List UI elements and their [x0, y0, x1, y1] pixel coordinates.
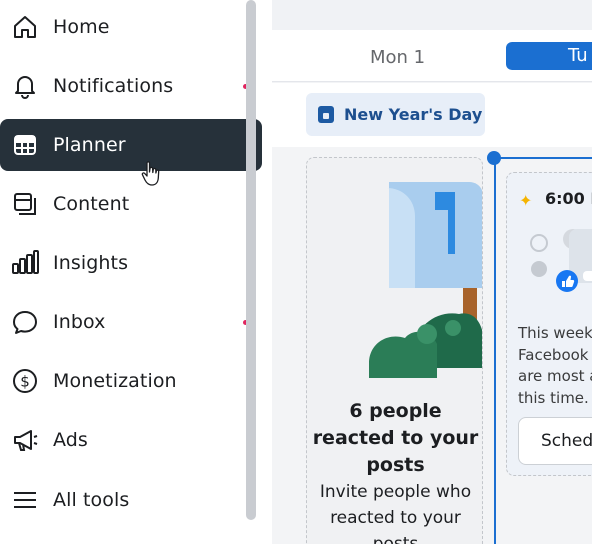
hand-cursor-icon	[141, 161, 160, 186]
tip-line: this time.	[518, 388, 589, 407]
chat-bubble-icon	[11, 308, 39, 336]
planner-calendar: Mon 1 Tu New Year's Day 6 people reacted…	[272, 0, 592, 544]
svg-text:$: $	[20, 373, 30, 391]
schedule-button[interactable]: Sched	[518, 417, 592, 465]
holiday-label: New Year's Day	[344, 105, 483, 124]
day-header-mon[interactable]: Mon 1	[370, 47, 425, 68]
audience-bubbles-illustration	[530, 229, 592, 292]
suggested-time: 6:00 I	[545, 189, 592, 208]
sidebar-item-label: Inbox	[53, 311, 106, 333]
content-icon	[11, 190, 39, 218]
mailbox-illustration	[369, 182, 482, 378]
day-header-tue[interactable]: Tu	[506, 42, 592, 70]
tip-line: This week	[518, 324, 592, 342]
calendar-day-header: Mon 1 Tu	[272, 30, 592, 82]
bell-icon	[11, 72, 39, 100]
sidebar-item-insights[interactable]: Insights	[0, 237, 262, 289]
sidebar-item-label: Content	[53, 193, 130, 215]
sidebar-item-notifications[interactable]: Notifications	[0, 60, 262, 112]
calendar-grid-icon	[11, 131, 39, 159]
suggested-time-card[interactable]: ✦ 6:00 I This week Facebook are most a t…	[506, 172, 592, 476]
sparkle-icon: ✦	[519, 193, 533, 210]
sidebar-item-all-tools[interactable]: All tools	[0, 474, 262, 526]
sidebar-item-content[interactable]: Content	[0, 178, 262, 230]
sidebar-item-inbox[interactable]: Inbox	[0, 296, 262, 348]
tip-line: are most a	[518, 367, 592, 385]
tip-line: Facebook	[518, 345, 589, 364]
sidebar-item-ads[interactable]: Ads	[0, 414, 262, 466]
engagement-body: Invite people who reacted to your posts	[319, 482, 472, 544]
home-icon	[11, 13, 39, 41]
sidebar-item-monetization[interactable]: $ Monetization	[0, 355, 262, 407]
dollar-icon: $	[11, 367, 39, 395]
sidebar-item-label: Monetization	[53, 370, 177, 392]
bar-chart-icon	[11, 249, 39, 277]
sidebar: Home Notifications Planner Content Insig…	[0, 0, 272, 544]
time-indicator-dot	[487, 151, 501, 165]
calendar-topbar	[272, 0, 592, 30]
sidebar-item-label: Notifications	[53, 75, 174, 97]
sidebar-scrollbar[interactable]	[246, 0, 256, 520]
holiday-chip[interactable]: New Year's Day	[306, 93, 485, 136]
menu-icon	[11, 486, 39, 514]
sidebar-item-label: Planner	[53, 134, 126, 156]
sidebar-item-planner[interactable]: Planner	[0, 119, 262, 171]
sidebar-item-label: Home	[53, 16, 110, 38]
sidebar-item-label: Ads	[53, 429, 88, 451]
engagement-title: 6 people reacted to your posts	[312, 400, 479, 476]
sidebar-item-label: All tools	[53, 489, 130, 511]
suggested-time-tip: This week Facebook are most a this time.	[518, 323, 592, 409]
calendar-event-icon	[318, 106, 334, 123]
megaphone-icon	[11, 426, 39, 454]
holiday-row: New Year's Day	[272, 83, 592, 147]
sidebar-item-home[interactable]: Home	[0, 1, 262, 53]
sidebar-item-label: Insights	[53, 252, 129, 274]
engagement-card[interactable]: 6 people reacted to your posts Invite pe…	[306, 157, 483, 544]
